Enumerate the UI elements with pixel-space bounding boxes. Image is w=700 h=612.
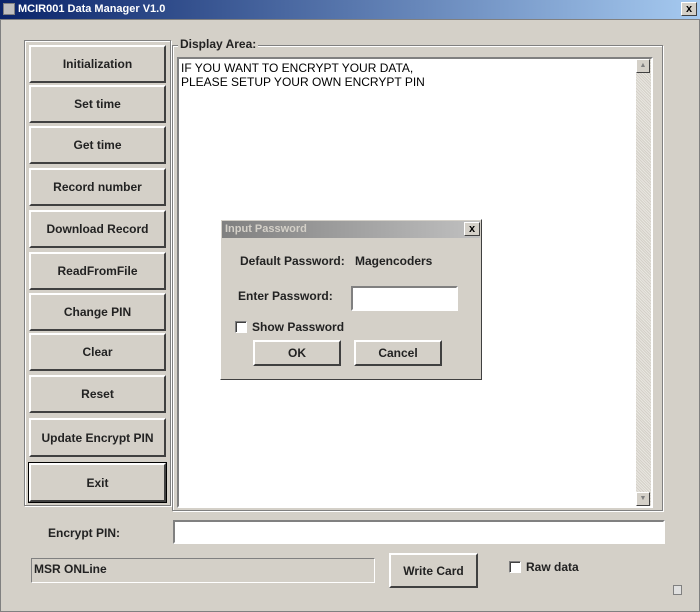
scroll-down-icon[interactable]: ▼ bbox=[636, 492, 650, 506]
scrollbar[interactable]: ▲ ▼ bbox=[636, 59, 651, 506]
raw-data-label[interactable]: Raw data bbox=[526, 560, 579, 574]
sidebar-button-readfromfile[interactable]: ReadFromFile bbox=[29, 252, 166, 290]
show-password-label[interactable]: Show Password bbox=[252, 320, 344, 334]
sidebar-button-update-encrypt-pin[interactable]: Update Encrypt PIN bbox=[29, 418, 166, 457]
display-line: PLEASE SETUP YOUR OWN ENCRYPT PIN bbox=[181, 75, 425, 89]
sidebar-button-get-time[interactable]: Get time bbox=[29, 126, 166, 164]
default-password-label: Default Password: bbox=[240, 254, 345, 268]
write-card-button[interactable]: Write Card bbox=[389, 553, 478, 588]
sidebar-button-set-time[interactable]: Set time bbox=[29, 85, 166, 123]
status-field: MSR ONLine bbox=[31, 558, 375, 583]
sidebar-button-initialization[interactable]: Initialization bbox=[29, 45, 166, 83]
scroll-up-icon[interactable]: ▲ bbox=[636, 59, 650, 73]
sidebar-button-record-number[interactable]: Record number bbox=[29, 168, 166, 206]
title-bar[interactable]: MCIR001 Data Manager V1.0 x bbox=[0, 0, 700, 19]
app-icon bbox=[3, 3, 15, 15]
close-button[interactable]: x bbox=[681, 2, 697, 16]
enter-password-label: Enter Password: bbox=[238, 289, 333, 303]
window-title: MCIR001 Data Manager V1.0 bbox=[18, 3, 166, 15]
sidebar-button-change-pin[interactable]: Change PIN bbox=[29, 293, 166, 331]
encrypt-pin-input[interactable] bbox=[173, 520, 665, 544]
cancel-button[interactable]: Cancel bbox=[354, 340, 442, 366]
sidebar-button-exit[interactable]: Exit bbox=[28, 462, 167, 503]
raw-data-checkbox[interactable] bbox=[509, 561, 521, 573]
display-line: IF YOU WANT TO ENCRYPT YOUR DATA, bbox=[181, 61, 414, 75]
sidebar-button-reset[interactable]: Reset bbox=[29, 375, 166, 413]
default-password-value: Magencoders bbox=[355, 254, 433, 268]
password-input[interactable] bbox=[351, 286, 458, 311]
dialog-close-button[interactable]: x bbox=[464, 222, 480, 236]
dialog-title: Input Password bbox=[225, 223, 307, 235]
encrypt-pin-label: Encrypt PIN: bbox=[48, 526, 121, 540]
resize-grip-icon[interactable] bbox=[673, 585, 682, 595]
sidebar-button-clear[interactable]: Clear bbox=[29, 333, 166, 371]
input-password-dialog: Input Password x Default Password: Magen… bbox=[220, 219, 482, 380]
show-password-checkbox[interactable] bbox=[235, 321, 247, 333]
display-area-label: Display Area: bbox=[178, 37, 259, 51]
sidebar-button-download-record[interactable]: Download Record bbox=[29, 210, 166, 248]
dialog-title-bar[interactable]: Input Password x bbox=[222, 221, 480, 238]
ok-button[interactable]: OK bbox=[253, 340, 341, 366]
